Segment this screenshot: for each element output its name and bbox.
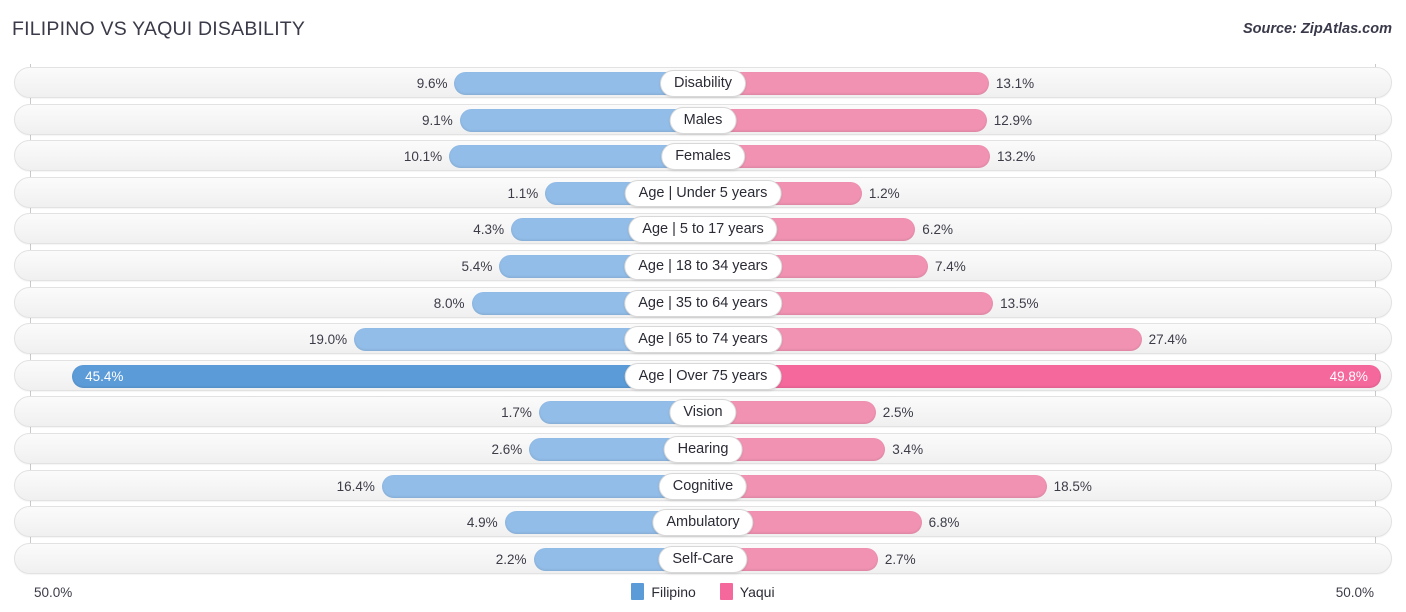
table-row[interactable]: 4.9% 6.8% Ambulatory (14, 506, 1392, 538)
value-label-yaqui: 13.5% (1000, 295, 1039, 311)
value-label-filipino: 9.6% (416, 76, 448, 91)
chart-legend: Filipino Yaqui (0, 583, 1406, 600)
legend-swatch-icon (631, 583, 645, 600)
value-label-filipino: 16.4% (336, 478, 375, 494)
value-label-filipino: 2.2% (495, 551, 527, 567)
table-row[interactable]: 4.3% 6.2% Age | 5 to 17 years (14, 213, 1392, 245)
chart-rows: 9.6% 13.1% Disability 9.1% 12.9% Males 10.1% 13… (14, 67, 1392, 579)
category-label: Vision (669, 399, 737, 427)
category-label: Age | 35 to 64 years (624, 289, 782, 317)
table-row[interactable]: 9.6% 13.1% Disability (14, 67, 1392, 98)
table-row[interactable]: 2.6% 3.4% Hearing (14, 432, 1392, 464)
legend-label: Filipino (651, 583, 696, 600)
table-row[interactable]: 19.0% 27.4% Age | 65 to 74 years (14, 323, 1392, 355)
value-label-yaqui: 7.4% (935, 258, 966, 274)
category-label: Age | 18 to 34 years (624, 252, 782, 280)
value-label-yaqui: 6.8% (928, 515, 960, 531)
category-label: Ambulatory (652, 509, 754, 537)
legend-swatch-icon (719, 583, 733, 600)
value-label-filipino: 5.4% (461, 258, 493, 274)
table-row[interactable]: 16.4% 18.5% Cognitive (14, 469, 1392, 501)
category-label: Age | Under 5 years (624, 179, 782, 207)
table-row[interactable]: 1.7% 2.5% Vision (14, 396, 1392, 428)
category-label: Hearing (663, 435, 743, 463)
value-label-filipino: 9.1% (422, 112, 453, 128)
table-row[interactable]: 8.0% 13.5% Age | 35 to 64 years (14, 286, 1392, 318)
value-label-yaqui: 27.4% (1148, 332, 1187, 348)
value-label-filipino: 1.1% (507, 185, 539, 201)
table-row[interactable]: 45.4% 49.8% Age | Over 75 years (14, 359, 1392, 391)
value-label-yaqui: 3.4% (892, 441, 924, 457)
value-label-filipino: 45.4% (85, 368, 124, 384)
table-row[interactable]: 1.1% 1.2% Age | Under 5 years (14, 176, 1392, 208)
table-row[interactable]: 10.1% 13.2% Females (14, 140, 1392, 172)
chart-footer: 50.0% 50.0% Filipino Yaqui (0, 576, 1406, 612)
chart-plot-area: 9.6% 13.1% Disability 9.1% 12.9% Males 10.1% 13… (0, 58, 1406, 576)
table-row[interactable]: 5.4% 7.4% Age | 18 to 34 years (14, 249, 1392, 281)
source-attribution: Source: ZipAtlas.com (1242, 21, 1392, 37)
value-label-yaqui: 12.9% (993, 112, 1033, 128)
category-label: Disability (659, 70, 747, 97)
bar-filipino (72, 364, 702, 388)
category-label: Age | Over 75 years (624, 362, 782, 390)
value-label-yaqui: 2.5% (882, 405, 914, 421)
value-label-yaqui: 6.2% (922, 222, 953, 238)
value-label-yaqui: 18.5% (1053, 478, 1092, 494)
bar-filipino (459, 108, 702, 132)
value-label-yaqui: 13.1% (995, 76, 1035, 91)
category-label: Self-Care (658, 545, 748, 573)
category-label: Age | 65 to 74 years (624, 326, 782, 354)
value-label-filipino: 2.6% (491, 441, 523, 457)
chart-page: FILIPINO VS YAQUI DISABILITY Source: Zip… (0, 0, 1406, 612)
value-label-filipino: 8.0% (433, 295, 465, 311)
bar-filipino (381, 474, 702, 498)
value-label-filipino: 4.9% (466, 515, 498, 531)
bar-yaqui (704, 72, 989, 95)
chart-header: FILIPINO VS YAQUI DISABILITY Source: Zip… (0, 0, 1406, 58)
bar-yaqui (704, 474, 1047, 498)
page-title: FILIPINO VS YAQUI DISABILITY (12, 17, 306, 40)
bar-yaqui (704, 364, 1381, 388)
bar-yaqui (704, 145, 990, 169)
value-label-filipino: 10.1% (403, 149, 443, 165)
category-label: Age | 5 to 17 years (628, 216, 778, 244)
category-label: Cognitive (658, 472, 748, 500)
category-label: Females (661, 143, 745, 171)
value-label-yaqui: 13.2% (996, 149, 1036, 165)
value-label-yaqui: 2.7% (884, 551, 916, 567)
value-label-filipino: 19.0% (308, 332, 348, 348)
table-row[interactable]: 9.1% 12.9% Males (14, 103, 1392, 135)
legend-label: Yaqui (739, 583, 775, 600)
value-label-filipino: 1.7% (501, 405, 532, 421)
value-label-yaqui: 1.2% (868, 185, 900, 201)
value-label-filipino: 4.3% (473, 222, 505, 238)
bar-yaqui (704, 108, 987, 132)
legend-item[interactable]: Filipino (631, 583, 696, 600)
category-label: Males (669, 106, 737, 134)
table-row[interactable]: 2.2% 2.7% Self-Care (14, 542, 1392, 574)
legend-item[interactable]: Yaqui (719, 583, 775, 600)
value-label-yaqui: 49.8% (1329, 368, 1368, 384)
